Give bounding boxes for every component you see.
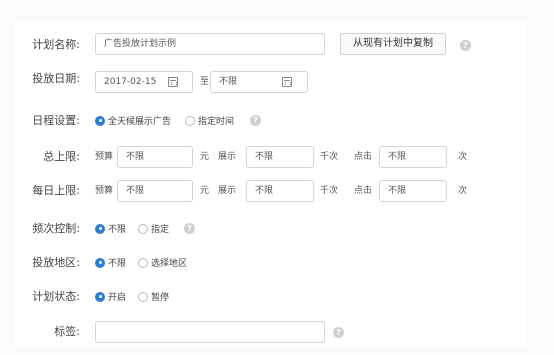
radio-label: 全天候展示广告 bbox=[108, 117, 172, 127]
region-label: 投放地区: bbox=[32, 256, 80, 269]
impressions-unit: 千次 bbox=[320, 152, 339, 162]
total-limit-label: 总上限: bbox=[43, 150, 80, 163]
radio-selected-icon bbox=[95, 223, 105, 234]
daily-limit-label: 每日上限: bbox=[32, 184, 80, 197]
plan-status-label: 计划状态: bbox=[32, 290, 80, 303]
radio-unselected-icon bbox=[138, 291, 148, 302]
help-icon[interactable]: ? bbox=[250, 115, 261, 126]
help-icon[interactable]: ? bbox=[333, 327, 344, 338]
tags-input[interactable] bbox=[95, 321, 325, 343]
total-impressions-input[interactable]: 不限 bbox=[246, 146, 314, 168]
end-date-input[interactable]: 不限 bbox=[210, 71, 308, 93]
radio-unselected-icon bbox=[138, 257, 148, 268]
daily-clicks-input[interactable]: 不限 bbox=[379, 180, 447, 202]
total-clicks-input[interactable]: 不限 bbox=[379, 146, 447, 168]
schedule-specific-time-radio[interactable]: 指定时间 bbox=[185, 114, 234, 127]
schedule-all-day-radio[interactable]: 全天候展示广告 bbox=[95, 114, 171, 127]
daily-budget-input[interactable]: 不限 bbox=[117, 180, 193, 202]
budget-label: 预算 bbox=[95, 186, 114, 196]
plan-name-input[interactable]: 广告投放计划示例 bbox=[95, 33, 325, 55]
start-date-input[interactable]: 2017-02-15 bbox=[95, 71, 193, 93]
total-budget-input[interactable]: 不限 bbox=[117, 146, 193, 168]
radio-label: 选择地区 bbox=[151, 259, 188, 269]
clicks-unit: 次 bbox=[458, 152, 468, 162]
daily-schedule-label: 日程设置: bbox=[32, 114, 80, 127]
calendar-icon[interactable] bbox=[282, 77, 292, 87]
help-icon[interactable]: ? bbox=[460, 40, 471, 51]
radio-unselected-icon bbox=[185, 115, 195, 126]
frequency-unlimited-radio[interactable]: 不限 bbox=[95, 222, 126, 235]
date-range-separator: 至 bbox=[200, 77, 210, 87]
radio-unselected-icon bbox=[138, 223, 148, 234]
radio-label: 不限 bbox=[108, 225, 127, 235]
daily-impressions-input[interactable]: 不限 bbox=[246, 180, 314, 202]
calendar-icon[interactable] bbox=[168, 77, 178, 87]
radio-label: 指定时间 bbox=[198, 117, 235, 127]
budget-label: 预算 bbox=[95, 152, 114, 162]
radio-selected-icon bbox=[95, 257, 105, 268]
start-date-value: 2017-02-15 bbox=[104, 77, 157, 87]
clicks-label: 点击 bbox=[354, 186, 373, 196]
plan-name-label: 计划名称: bbox=[32, 38, 80, 51]
region-unlimited-radio[interactable]: 不限 bbox=[95, 256, 126, 269]
frequency-specified-radio[interactable]: 指定 bbox=[138, 222, 169, 235]
budget-unit: 元 bbox=[200, 152, 210, 162]
impressions-unit: 千次 bbox=[320, 186, 339, 196]
end-date-value: 不限 bbox=[219, 77, 238, 87]
help-icon[interactable]: ? bbox=[184, 223, 195, 234]
radio-label: 指定 bbox=[151, 225, 170, 235]
radio-label: 不限 bbox=[108, 259, 127, 269]
radio-label: 开启 bbox=[108, 293, 127, 303]
status-paused-radio[interactable]: 暂停 bbox=[138, 290, 169, 303]
region-select-radio[interactable]: 选择地区 bbox=[138, 256, 187, 269]
schedule-dates-label: 投放日期: bbox=[32, 72, 80, 85]
radio-selected-icon bbox=[95, 115, 105, 126]
radio-label: 暂停 bbox=[151, 293, 170, 303]
budget-unit: 元 bbox=[200, 186, 210, 196]
frequency-control-label: 频次控制: bbox=[32, 222, 80, 235]
impressions-label: 展示 bbox=[218, 152, 237, 162]
tags-label: 标签: bbox=[54, 325, 80, 338]
status-on-radio[interactable]: 开启 bbox=[95, 290, 126, 303]
copy-from-existing-button[interactable]: 从现有计划中复制 bbox=[340, 33, 446, 55]
impressions-label: 展示 bbox=[218, 186, 237, 196]
clicks-unit: 次 bbox=[458, 186, 468, 196]
radio-selected-icon bbox=[95, 291, 105, 302]
clicks-label: 点击 bbox=[354, 152, 373, 162]
